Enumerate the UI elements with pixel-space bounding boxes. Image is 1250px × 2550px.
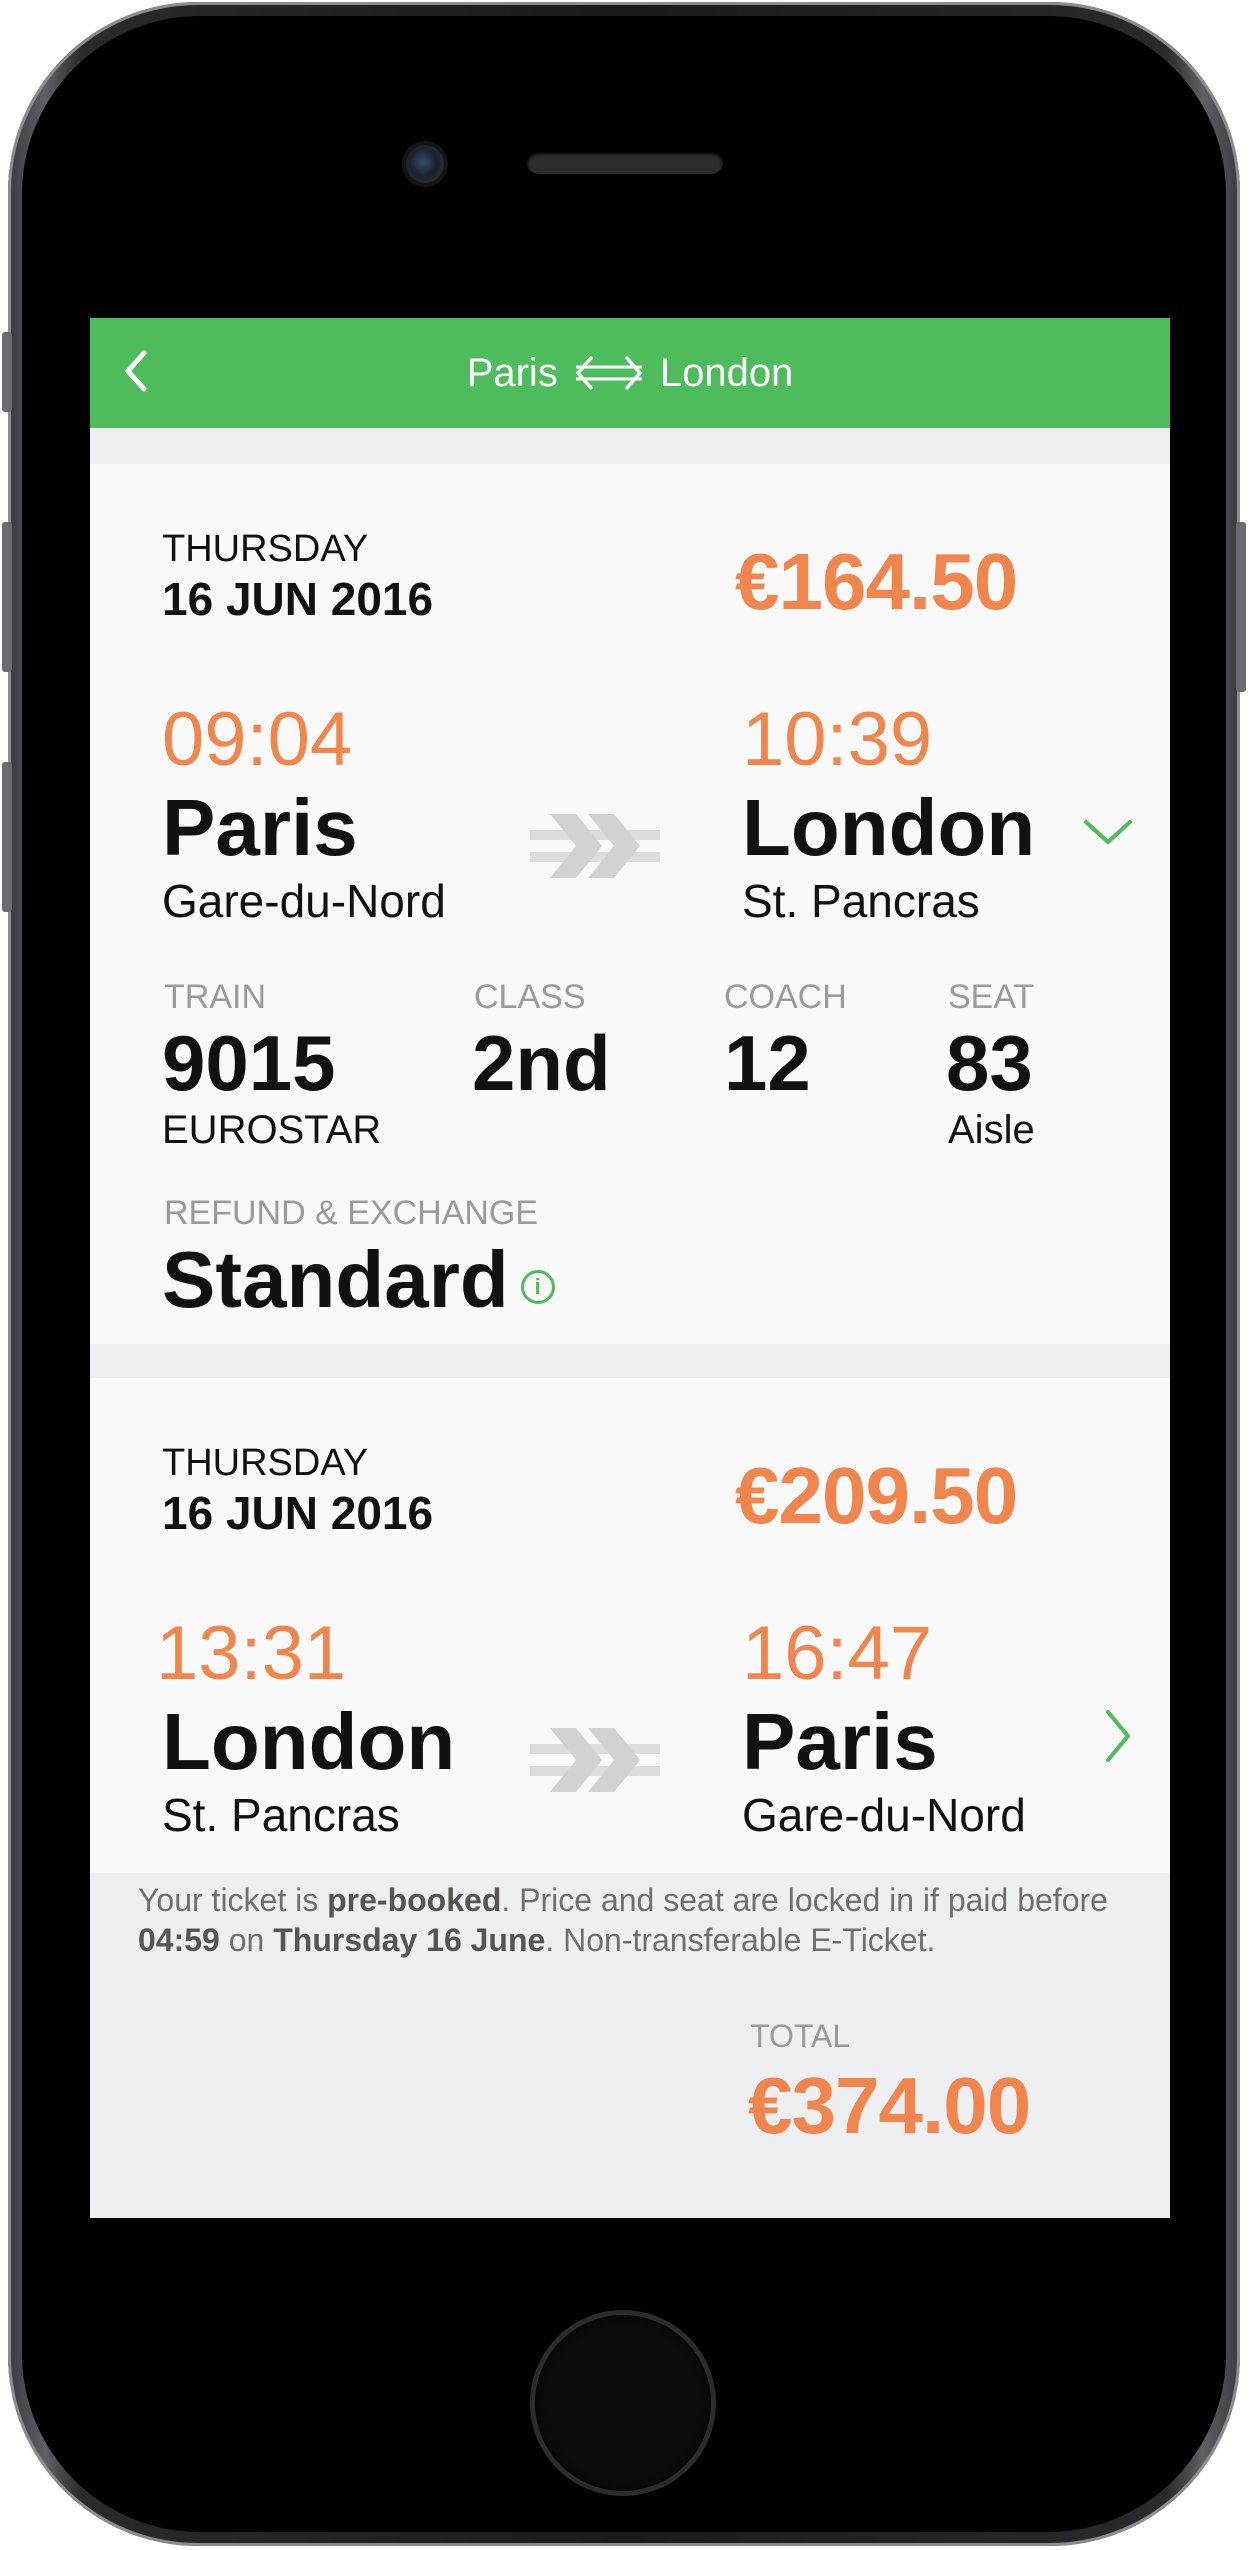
mute-switch — [2, 332, 12, 412]
train-number: 9015 — [162, 1019, 336, 1107]
outbound-arrive-station: St. Pancras — [742, 875, 980, 927]
double-chevron-right-icon — [530, 810, 660, 887]
nav-origin: Paris — [466, 350, 558, 395]
outbound-depart-time: 09:04 — [162, 697, 353, 782]
earpiece-speaker — [527, 152, 723, 174]
app-screen: Paris London THURSDAY 16 JUN 2016 €164.5… — [90, 318, 1170, 2218]
chevron-down-icon[interactable] — [1082, 816, 1134, 853]
home-button[interactable] — [535, 2315, 711, 2491]
note-text-2: . Price and seat are locked in if paid b… — [501, 1882, 1108, 1918]
double-chevron-right-icon — [530, 1724, 660, 1801]
return-arrive-station: Gare-du-Nord — [742, 1789, 1026, 1841]
outbound-day: THURSDAY — [162, 528, 369, 570]
return-date: 16 JUN 2016 — [162, 1487, 434, 1539]
seat-label: SEAT — [948, 978, 1035, 1016]
outbound-depart-city: Paris — [162, 783, 358, 872]
return-arrive-city: Paris — [742, 1697, 938, 1786]
return-arrive-time: 16:47 — [742, 1611, 933, 1696]
return-depart-time: 13:31 — [156, 1611, 347, 1696]
nav-title: Paris London — [90, 318, 1170, 428]
seat-position: Aisle — [948, 1108, 1035, 1152]
total-price: €374.00 — [748, 2061, 1031, 2150]
return-depart-city: London — [162, 1697, 456, 1786]
power-button — [1236, 522, 1246, 692]
chevron-left-icon — [120, 349, 150, 398]
return-journey-card[interactable]: THURSDAY 16 JUN 2016 €209.50 13:31 Londo… — [90, 1378, 1170, 1873]
train-label: TRAIN — [164, 978, 266, 1016]
coach-label: COACH — [724, 978, 847, 1016]
refund-row: Standard i — [162, 1234, 555, 1326]
note-bold-deadline-time: 04:59 — [138, 1922, 220, 1958]
coach-value: 12 — [724, 1019, 811, 1107]
outbound-arrive-time: 10:39 — [742, 697, 933, 782]
chevron-right-icon[interactable] — [1102, 1708, 1134, 1769]
outbound-date: 16 JUN 2016 — [162, 573, 434, 625]
refund-label: REFUND & EXCHANGE — [164, 1194, 539, 1232]
note-text-1: Your ticket is — [138, 1882, 328, 1918]
volume-down-button — [2, 762, 12, 912]
note-bold-deadline-date: Thursday 16 June — [273, 1922, 546, 1958]
info-icon[interactable]: i — [520, 1270, 555, 1304]
seat-number: 83 — [946, 1019, 1033, 1107]
note-bold-prebooked: pre-booked — [327, 1882, 502, 1918]
booking-note: Your ticket is pre-booked. Price and sea… — [138, 1880, 1138, 1960]
back-button[interactable] — [100, 338, 170, 408]
train-operator: EUROSTAR — [162, 1108, 382, 1152]
outbound-arrive-city: London — [742, 783, 1036, 872]
total-label: TOTAL — [750, 2018, 851, 2054]
volume-up-button — [2, 522, 12, 672]
class-label: CLASS — [474, 978, 586, 1016]
note-text-3: on — [219, 1922, 274, 1958]
return-depart-station: St. Pancras — [162, 1789, 400, 1841]
return-price: €209.50 — [735, 1451, 1018, 1540]
class-value: 2nd — [472, 1019, 611, 1107]
outbound-depart-station: Gare-du-Nord — [162, 875, 446, 927]
nav-bar: Paris London — [90, 318, 1170, 428]
front-camera — [406, 145, 444, 183]
refund-policy: Standard — [162, 1235, 509, 1324]
note-text-4: . Non-transferable E-Ticket. — [545, 1922, 936, 1958]
return-day: THURSDAY — [162, 1442, 369, 1484]
nav-destination: London — [659, 350, 794, 395]
outbound-journey-card[interactable]: THURSDAY 16 JUN 2016 €164.50 09:04 Paris… — [90, 464, 1170, 1344]
swap-arrows-icon — [572, 353, 646, 393]
outbound-price: €164.50 — [735, 537, 1018, 626]
